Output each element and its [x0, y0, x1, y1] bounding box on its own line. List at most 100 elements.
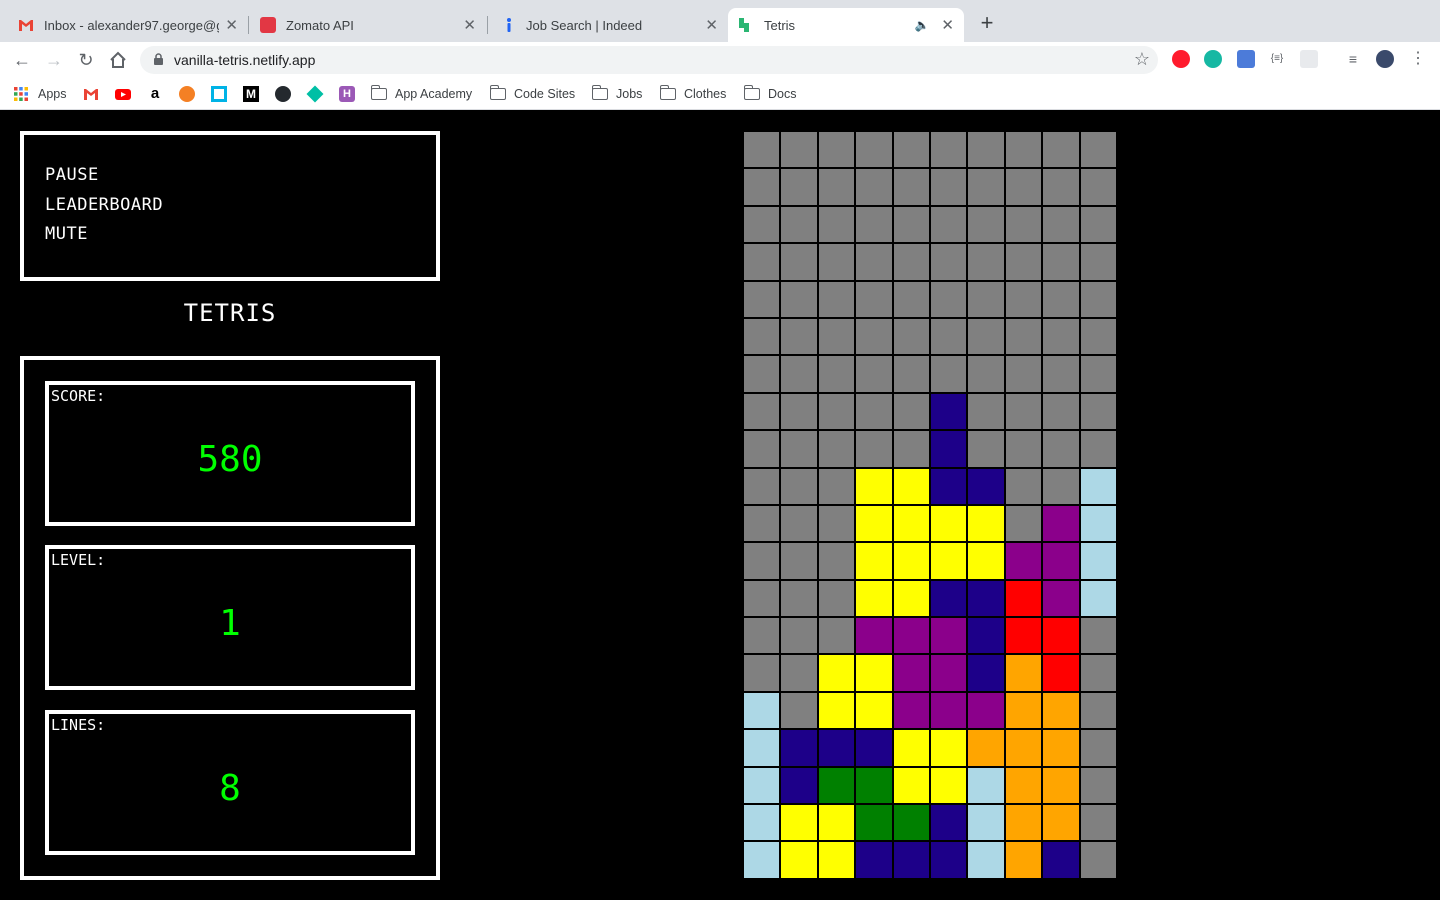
tab-zomato[interactable]: Zomato API ✕: [250, 8, 486, 42]
address-bar[interactable]: vanilla-tetris.netlify.app ☆: [140, 46, 1158, 74]
reload-icon[interactable]: ↻: [76, 50, 96, 70]
home-icon[interactable]: [108, 50, 128, 70]
empty-cell: [817, 131, 856, 169]
block-cell: [780, 804, 818, 842]
back-icon[interactable]: ←: [12, 50, 32, 70]
bookmark-label: Apps: [38, 87, 67, 101]
frame-bookmark-icon[interactable]: [211, 86, 227, 102]
empty-cell: [817, 205, 856, 244]
tab-title: Tetris: [764, 17, 796, 33]
close-tab-icon[interactable]: ✕: [941, 16, 954, 34]
empty-cell: [1004, 168, 1043, 206]
block-cell: [1004, 654, 1043, 692]
speaker-icon[interactable]: 🔈: [914, 18, 929, 32]
new-tab-button[interactable]: +: [976, 12, 998, 34]
lock-icon: [154, 53, 163, 65]
gmail-bookmark-icon[interactable]: [83, 86, 99, 102]
profile-avatar[interactable]: [1376, 50, 1394, 68]
lines-label: LINES:: [51, 716, 106, 734]
media-control-icon[interactable]: ≡: [1344, 50, 1362, 68]
empty-cell: [1004, 131, 1043, 169]
empty-cell: [1079, 280, 1117, 318]
browser-toolbar: ← → ↻ vanilla-tetris.netlify.app ☆: [0, 42, 1440, 78]
block-cell: [855, 579, 893, 618]
block-cell: [892, 579, 930, 618]
block-cell: [855, 766, 893, 805]
empty-cell: [929, 243, 968, 281]
tab-tetris[interactable]: Tetris 🔈 ✕: [728, 8, 964, 42]
extension-grid-icon[interactable]: [1300, 50, 1318, 68]
bookmark-star-icon[interactable]: ☆: [1134, 49, 1150, 70]
score-value: 580: [197, 439, 263, 480]
empty-cell: [1042, 430, 1080, 468]
tab-indeed[interactable]: Job Search | Indeed ✕: [490, 8, 728, 42]
score-panel: SCORE: 580: [45, 381, 415, 526]
empty-cell: [855, 131, 893, 169]
empty-cell: [780, 243, 818, 281]
close-tab-icon[interactable]: ✕: [705, 16, 718, 34]
forward-icon[interactable]: →: [44, 50, 64, 70]
game-title: TETRIS: [183, 299, 277, 327]
empty-cell: [743, 280, 781, 318]
empty-cell: [929, 317, 968, 356]
level-label: LEVEL:: [51, 551, 106, 569]
empty-cell: [780, 504, 818, 543]
bookmark-apps[interactable]: Apps: [38, 85, 67, 103]
bookmark-folder-docs[interactable]: Docs: [743, 85, 796, 103]
block-cell: [929, 542, 968, 580]
block-cell: [929, 617, 968, 655]
bookmark-label: Clothes: [684, 87, 727, 101]
block-cell: [892, 654, 930, 692]
opera-extension-icon[interactable]: [1172, 50, 1190, 68]
json-extension-icon[interactable]: {≡}: [1268, 50, 1286, 68]
empty-cell: [967, 392, 1005, 431]
mute-button[interactable]: MUTE: [45, 224, 88, 244]
close-tab-icon[interactable]: ✕: [225, 16, 238, 34]
block-cell: [892, 467, 930, 505]
youtube-bookmark-icon[interactable]: [115, 86, 131, 102]
empty-cell: [1079, 654, 1117, 692]
extension-calendar-icon[interactable]: [1237, 50, 1255, 68]
empty-cell: [1079, 691, 1117, 730]
empty-cell: [817, 504, 856, 543]
block-cell: [1004, 841, 1043, 879]
hackerrank-bookmark-icon[interactable]: H: [339, 86, 355, 102]
block-cell: [967, 579, 1005, 618]
empty-cell: [1004, 355, 1043, 393]
apps-grid-icon[interactable]: [13, 86, 29, 102]
empty-cell: [1004, 280, 1043, 318]
score-label: SCORE:: [51, 387, 106, 405]
block-cell: [855, 654, 893, 692]
block-cell: [967, 542, 1005, 580]
amazon-bookmark-icon[interactable]: a: [147, 86, 163, 102]
block-cell: [929, 467, 968, 505]
level-panel: LEVEL: 1: [45, 545, 415, 690]
block-cell: [929, 392, 968, 431]
bookmark-folder-jobs[interactable]: Jobs: [591, 85, 642, 103]
folder-icon: [591, 85, 608, 100]
block-cell: [817, 804, 856, 842]
extension-m-icon[interactable]: [1204, 50, 1222, 68]
bookmark-folder-app-academy[interactable]: App Academy: [370, 85, 472, 103]
close-tab-icon[interactable]: ✕: [463, 16, 476, 34]
gear-bookmark-icon[interactable]: [179, 86, 195, 102]
empty-cell: [817, 467, 856, 505]
block-cell: [929, 691, 968, 730]
empty-cell: [743, 542, 781, 580]
github-bookmark-icon[interactable]: [275, 86, 291, 102]
medium-bookmark-icon[interactable]: M: [243, 86, 259, 102]
tab-gmail[interactable]: Inbox - alexander97.george@g ✕: [8, 8, 248, 42]
block-cell: [1042, 804, 1080, 842]
block-cell: [1004, 579, 1043, 618]
empty-cell: [817, 280, 856, 318]
empty-cell: [1079, 766, 1117, 805]
more-menu-icon[interactable]: ⋮: [1409, 50, 1427, 68]
leaderboard-button[interactable]: LEADERBOARD: [45, 195, 163, 215]
empty-cell: [1079, 392, 1117, 431]
empty-cell: [967, 168, 1005, 206]
block-cell: [743, 841, 781, 879]
bookmark-folder-code-sites[interactable]: Code Sites: [489, 85, 575, 103]
pause-button[interactable]: PAUSE: [45, 165, 99, 185]
bookmark-folder-clothes[interactable]: Clothes: [659, 85, 727, 103]
block-cell: [855, 467, 893, 505]
